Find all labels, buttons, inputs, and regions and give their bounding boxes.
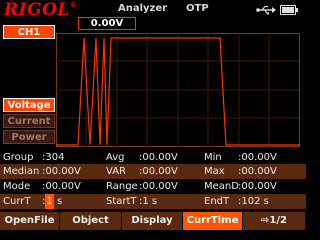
stats-row-mode: Mode :00.00V Range :00.00V MeanD :00.00V [0,179,306,194]
min-label: Min [204,152,222,163]
startt-label: StartT [106,196,137,207]
side-tab-power[interactable]: Power [3,130,55,144]
menu-display-button[interactable]: Display [122,212,183,230]
median-value: :00.00V [42,166,81,177]
stats-row-median: Median :00.00V VAR :00.00V Max :00.00V [0,164,306,179]
group-label: Group [3,152,34,163]
stats-row-time: CurrT :1 s StartT :1 s EndT :102 s [0,194,306,209]
avg-label: Avg [106,152,125,163]
channel-label[interactable]: CH1 [3,25,55,39]
max-value: :00.00V [238,166,277,177]
meand-label: MeanD [204,181,239,192]
max-label: Max [204,166,225,177]
mode-label: Mode [3,181,31,192]
min-value: :00.00V [238,152,277,163]
currt-value-input[interactable]: 1 [45,194,54,209]
waveform-graph [56,33,300,147]
currt-field[interactable]: :1 s [42,194,62,209]
brand-logo: RIGOL® [4,0,78,20]
currt-label: CurrT [3,196,31,207]
trigger-level-label: 0.00V [78,17,136,30]
mode-title: Analyzer [118,3,168,14]
range-label: Range [106,181,138,192]
battery-icon [280,5,298,15]
endt-label: EndT [204,196,230,207]
group-value: :304 [42,152,65,163]
startt-value: :1 s [139,196,158,207]
function-title: OTP [186,3,209,14]
range-value: :00.00V [139,181,178,192]
var-value: :00.00V [139,166,178,177]
side-tab-current[interactable]: Current [3,114,55,128]
mode-value: :00.00V [42,181,81,192]
stats-row-group: Group :304 Avg :00.00V Min :00.00V [0,150,306,165]
usb-icon [256,5,276,15]
menu-object-button[interactable]: Object [60,212,122,230]
var-label: VAR [106,166,126,177]
menu-page-button[interactable]: ⇨1/2 [243,212,306,230]
avg-value: :00.00V [139,152,178,163]
endt-value: :102 s [238,196,269,207]
meand-value: :00.00V [238,181,277,192]
menu-currtime-button[interactable]: CurrTime [183,212,243,230]
menu-openfile-button[interactable]: OpenFile [0,212,60,230]
side-tab-voltage[interactable]: Voltage [3,98,55,112]
median-label: Median [3,166,40,177]
